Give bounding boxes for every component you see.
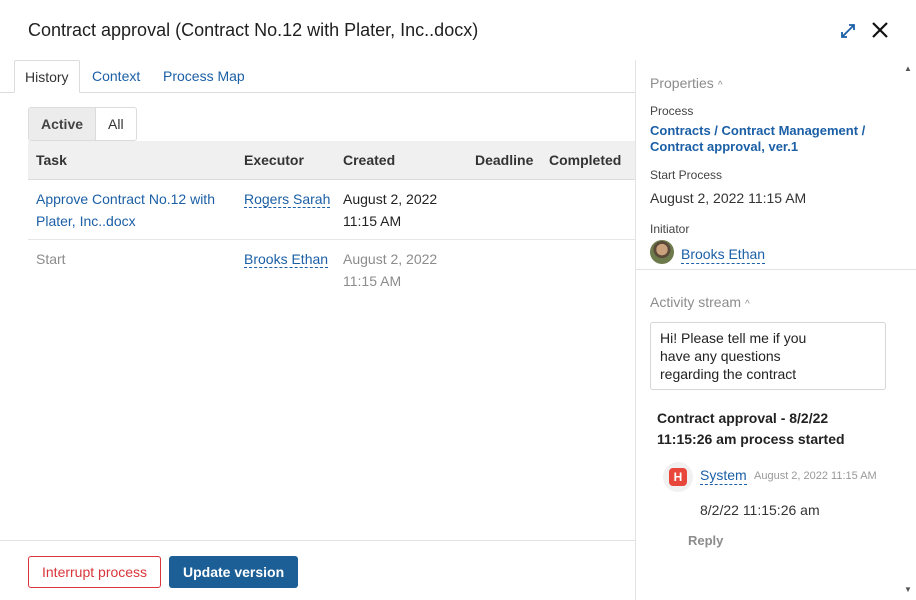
properties-header[interactable]: Properties ^: [650, 75, 723, 91]
history-panel: History Context Process Map Active All T…: [0, 60, 636, 600]
event-message: 8/2/22 11:15:26 am: [700, 502, 820, 518]
tab-bar: History Context Process Map: [0, 60, 636, 93]
tab-process-map[interactable]: Process Map: [163, 60, 245, 93]
created-date: August 2, 2022: [343, 191, 438, 207]
task-name-line: Plater, Inc..docx: [36, 213, 136, 229]
task-name-line: Approve Contract No.12 with: [36, 191, 215, 207]
task-link[interactable]: Approve Contract No.12 with Plater, Inc.…: [36, 188, 215, 232]
interrupt-process-button[interactable]: Interrupt process: [28, 556, 162, 588]
table-header: Task Executor Created Deadline Completed: [28, 141, 636, 180]
caret-up-icon: ^: [717, 80, 723, 91]
table-row: Approve Contract No.12 with Plater, Inc.…: [28, 180, 636, 240]
created-cell: August 2, 2022 11:15 AM: [343, 248, 437, 292]
executor-cell: Brooks Ethan: [244, 248, 329, 270]
task-name: Start: [36, 248, 66, 270]
executor-cell: Rogers Sarah: [244, 188, 331, 210]
created-date: August 2, 2022: [343, 251, 438, 267]
expand-icon[interactable]: [838, 21, 858, 41]
reply-link[interactable]: Reply: [688, 533, 723, 548]
column-deadline[interactable]: Deadline: [475, 141, 533, 180]
process-label: Process: [650, 104, 694, 118]
properties-title: Properties: [650, 75, 714, 91]
task-filter: Active All: [28, 107, 137, 141]
tab-context[interactable]: Context: [92, 60, 140, 93]
table-row: Start Brooks Ethan August 2, 2022 11:15 …: [28, 240, 636, 300]
event-title-line: 11:15:26 am process started: [657, 431, 845, 447]
tab-history[interactable]: History: [14, 60, 80, 93]
start-process-value: August 2, 2022 11:15 AM: [650, 190, 807, 206]
scroll-up-icon[interactable]: ▲: [904, 65, 912, 73]
activity-stream-title: Activity stream: [650, 294, 742, 310]
activity-stream-header[interactable]: Activity stream ^: [650, 294, 750, 310]
column-executor[interactable]: Executor: [244, 141, 304, 180]
executor-link[interactable]: Brooks Ethan: [244, 251, 329, 268]
filter-all-button[interactable]: All: [95, 108, 136, 140]
executor-link[interactable]: Rogers Sarah: [244, 191, 331, 208]
filter-active-button[interactable]: Active: [29, 108, 96, 140]
update-version-button[interactable]: Update version: [169, 556, 299, 588]
created-cell: August 2, 2022 11:15 AM: [343, 188, 437, 232]
comment-input[interactable]: Hi! Please tell me if you have any quest…: [650, 322, 886, 390]
footer-bar: Interrupt process Update version: [0, 540, 636, 600]
system-logo-icon: H: [669, 468, 687, 486]
avatar: [650, 240, 674, 264]
created-time: 11:15 AM: [343, 273, 402, 289]
system-icon: H: [663, 462, 693, 492]
comment-line: Hi! Please tell me if you: [660, 330, 807, 346]
created-time: 11:15 AM: [343, 213, 402, 229]
close-icon[interactable]: [869, 19, 891, 41]
column-created[interactable]: Created: [343, 141, 395, 180]
sidebar: ▲ Properties ^ Process Contracts / Contra…: [636, 60, 916, 600]
caret-up-icon: ^: [745, 299, 750, 310]
initiator-label: Initiator: [650, 222, 690, 236]
comment-line: have any questions: [660, 348, 781, 364]
scroll-down-icon[interactable]: ▼: [904, 586, 912, 594]
column-completed[interactable]: Completed: [549, 141, 621, 180]
author-link[interactable]: System: [700, 467, 747, 485]
window-title: Contract approval (Contract No.12 with P…: [28, 20, 479, 40]
comment-line: regarding the contract: [660, 366, 797, 382]
start-process-label: Start Process: [650, 168, 723, 182]
process-path-line: Contracts / Contract Management /: [650, 123, 866, 138]
event-timestamp: August 2, 2022 11:15 AM: [754, 470, 877, 482]
event-title-line: Contract approval - 8/2/22: [657, 410, 829, 426]
process-link[interactable]: Contracts / Contract Management / Contra…: [650, 123, 900, 155]
activity-event-title: Contract approval - 8/2/22 11:15:26 am p…: [657, 408, 897, 450]
process-path-line: Contract approval, ver.1: [650, 139, 799, 154]
task-name-line: Start: [36, 251, 66, 267]
section-divider: [636, 269, 916, 270]
column-task[interactable]: Task: [36, 141, 67, 180]
initiator-link[interactable]: Brooks Ethan: [681, 246, 766, 264]
